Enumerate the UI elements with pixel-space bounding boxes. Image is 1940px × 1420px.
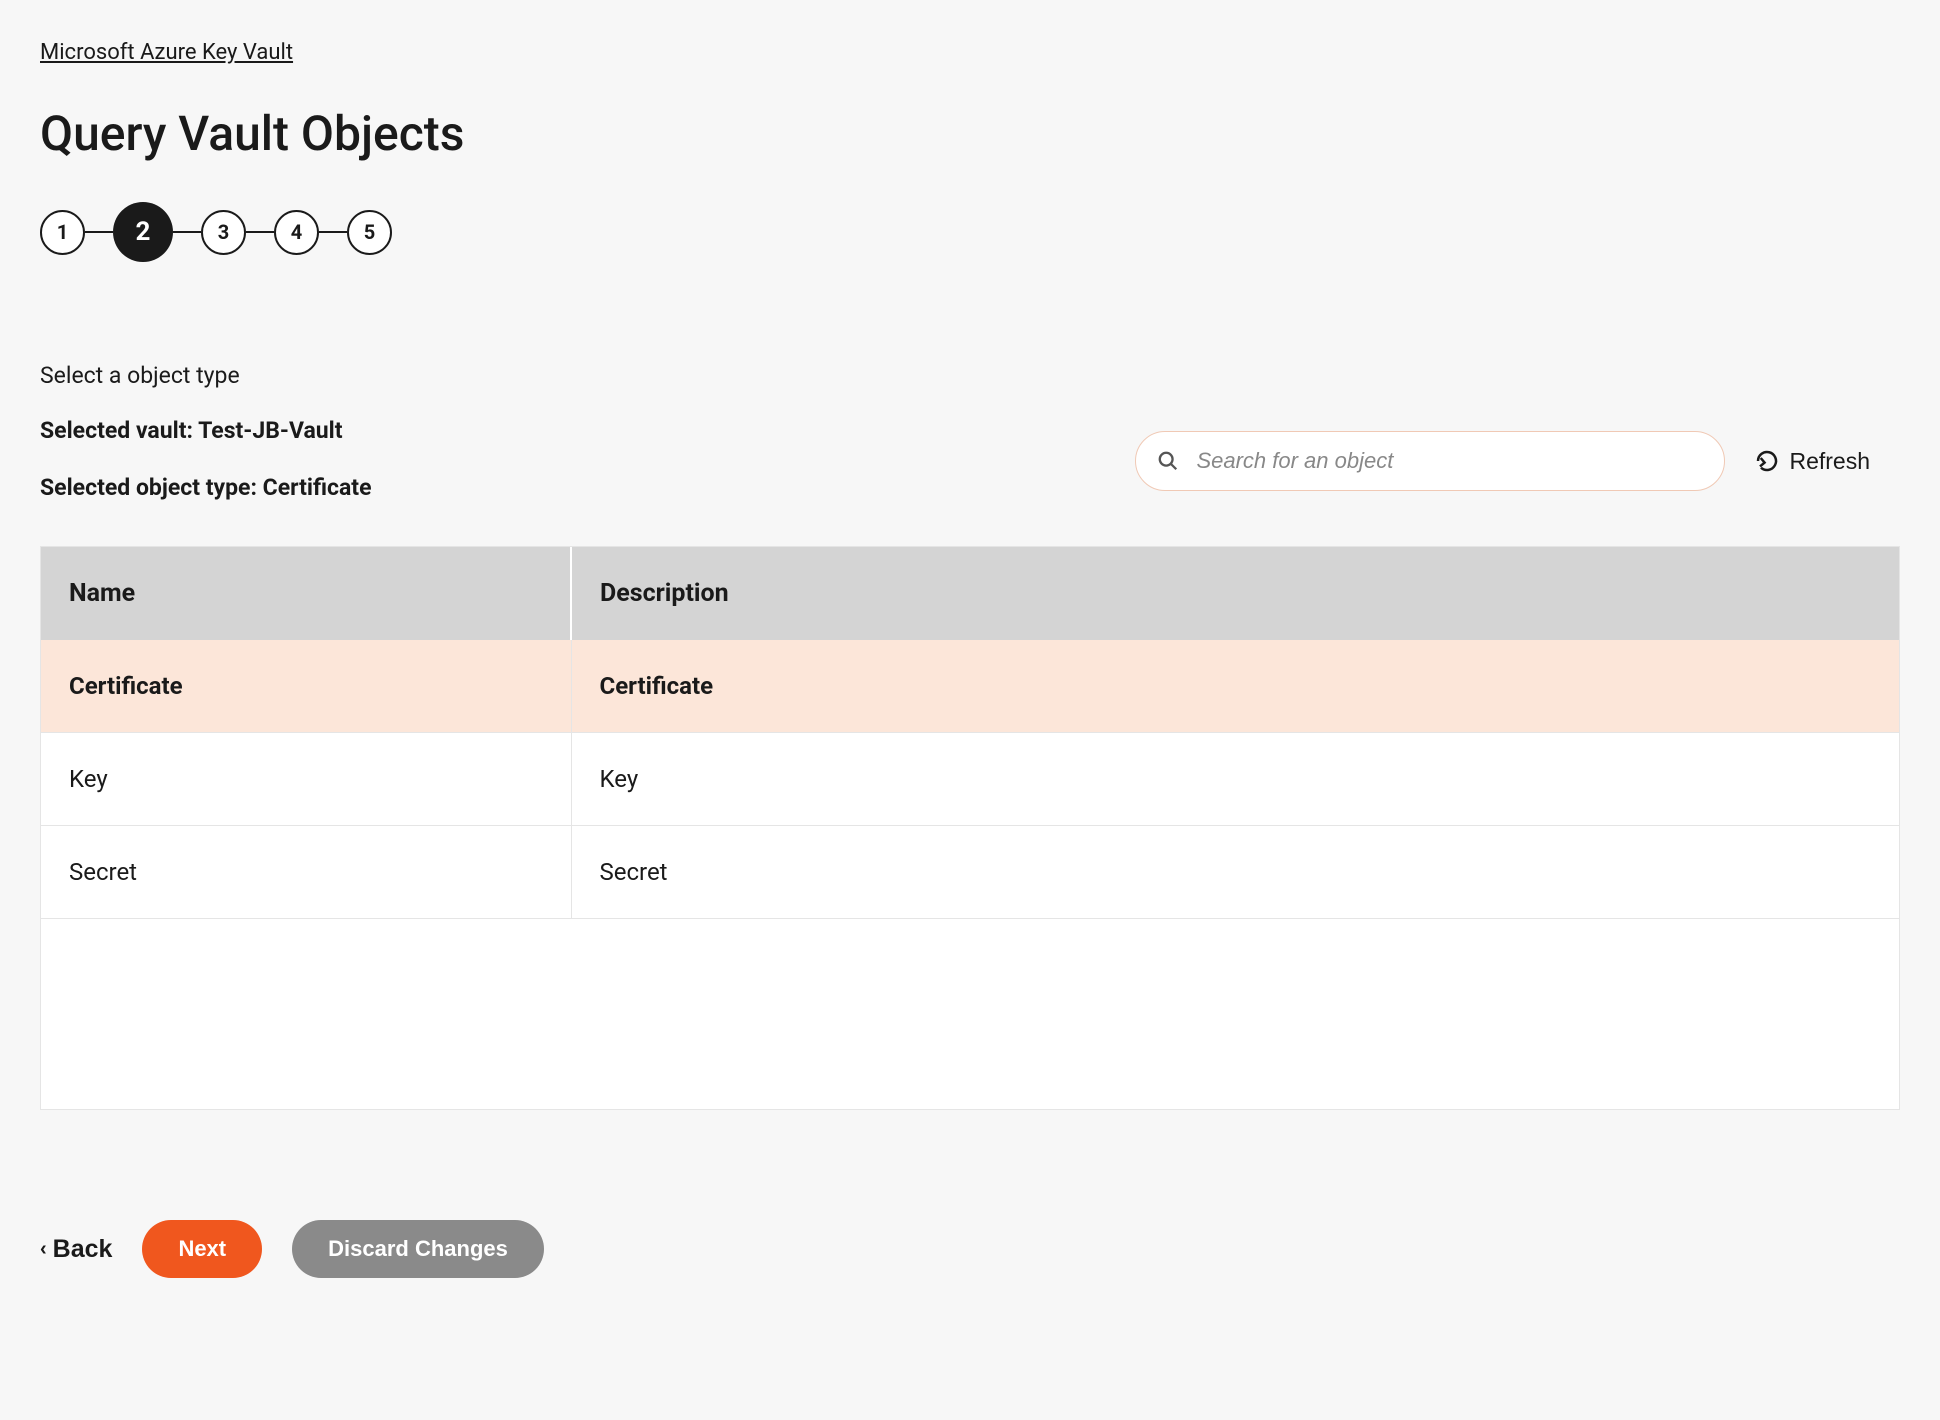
refresh-button[interactable]: Refresh [1755,448,1870,475]
object-type-table: Name Description Certificate Certificate… [40,546,1900,1110]
refresh-icon [1755,449,1779,473]
table-row[interactable]: Certificate Certificate [41,640,1899,733]
table-row[interactable]: Secret Secret [41,826,1899,919]
step-2[interactable]: 2 [113,202,173,262]
step-5[interactable]: 5 [347,210,392,255]
table-header-name: Name [41,547,571,640]
cell-description: Certificate [571,640,1899,733]
refresh-label: Refresh [1789,448,1870,475]
search-container [1135,431,1725,491]
back-label: Back [53,1235,113,1264]
cell-name: Secret [41,826,571,919]
next-button[interactable]: Next [142,1220,262,1278]
discard-button[interactable]: Discard Changes [292,1220,544,1278]
step-connector [173,231,201,233]
table-row[interactable]: Key Key [41,733,1899,826]
stepper: 1 2 3 4 5 [40,202,1900,262]
step-4[interactable]: 4 [274,210,319,255]
breadcrumb[interactable]: Microsoft Azure Key Vault [40,40,293,65]
step-connector [85,231,113,233]
table-header-description: Description [571,547,1899,640]
search-input[interactable] [1135,431,1725,491]
footer-buttons: ‹ Back Next Discard Changes [40,1220,1900,1278]
chevron-left-icon: ‹ [40,1238,47,1261]
table-empty-space [41,919,1899,1109]
cell-name: Key [41,733,571,826]
search-icon [1157,450,1179,472]
cell-description: Key [571,733,1899,826]
cell-name: Certificate [41,640,571,733]
step-3[interactable]: 3 [201,210,246,255]
step-connector [319,231,347,233]
step-connector [246,231,274,233]
page-title: Query Vault Objects [40,105,1900,162]
back-button[interactable]: ‹ Back [40,1235,112,1264]
step-1[interactable]: 1 [40,210,85,255]
cell-description: Secret [571,826,1899,919]
instruction-text: Select a object type [40,362,1900,389]
